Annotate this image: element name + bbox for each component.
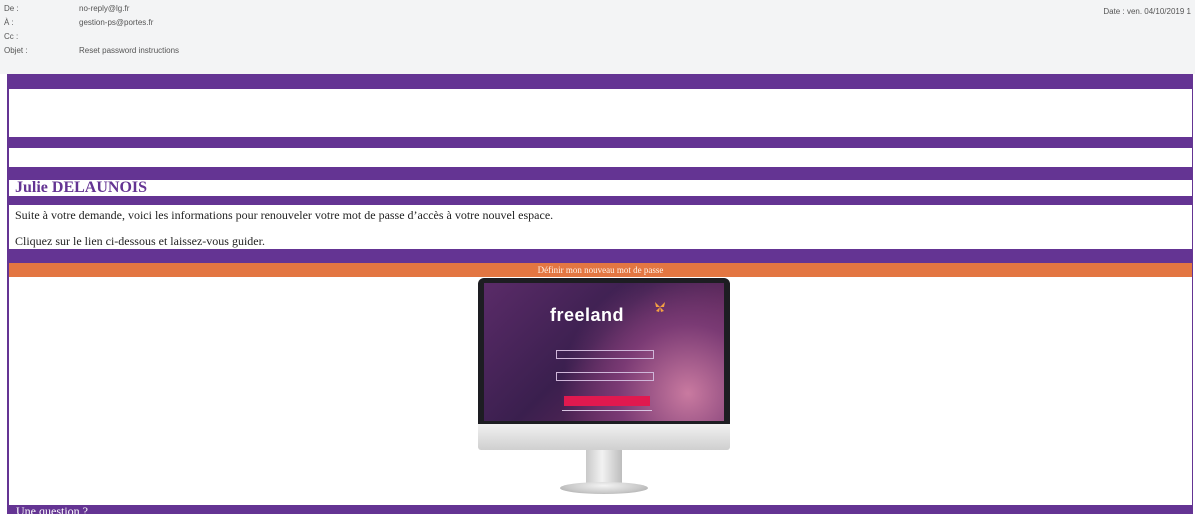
freeland-logo: freeland xyxy=(550,305,625,325)
screen-forgot-link xyxy=(562,410,652,411)
screen-login-button xyxy=(564,396,650,406)
subject-value: Reset password instructions xyxy=(79,46,180,55)
from-label: De : xyxy=(4,4,19,13)
butterfly-icon xyxy=(654,301,666,316)
monitor-screen: freeland xyxy=(484,283,724,421)
message-line-2: Cliquez sur le lien ci-dessous et laisse… xyxy=(15,234,265,248)
subject-label: Objet : xyxy=(4,46,28,55)
email-header: De : no-reply@lg.fr À : gestion-ps@porte… xyxy=(0,0,1195,74)
cc-label: Cc : xyxy=(4,32,19,41)
date-label: Date : xyxy=(1103,7,1125,16)
recipient-name: Julie DELAUNOIS xyxy=(9,180,1192,196)
footer-question: Une question ? xyxy=(16,504,88,518)
monitor-chin xyxy=(478,424,730,450)
to-value[interactable]: gestion-ps@portes.fr xyxy=(79,18,153,27)
monitor-stand xyxy=(586,450,622,484)
to-label: À : xyxy=(4,18,14,27)
spacer-banner xyxy=(9,148,1192,167)
monitor-illustration[interactable]: freeland xyxy=(478,278,730,498)
date-value: ven. 04/10/2019 1 xyxy=(1126,7,1191,16)
screen-username-field xyxy=(556,350,654,359)
message-line-1: Suite à votre demande, voici les informa… xyxy=(15,208,554,222)
monitor-base xyxy=(560,482,648,494)
monitor-bezel: freeland xyxy=(478,278,730,424)
screen-password-field xyxy=(556,372,654,381)
header-banner xyxy=(9,89,1192,137)
date-field: Date : ven. 04/10/2019 1 xyxy=(1103,7,1191,16)
reset-password-link[interactable]: Définir mon nouveau mot de passe xyxy=(9,263,1192,277)
message-body: Suite à votre demande, voici les informa… xyxy=(9,205,1192,249)
from-value[interactable]: no-reply@lg.fr xyxy=(79,4,129,13)
